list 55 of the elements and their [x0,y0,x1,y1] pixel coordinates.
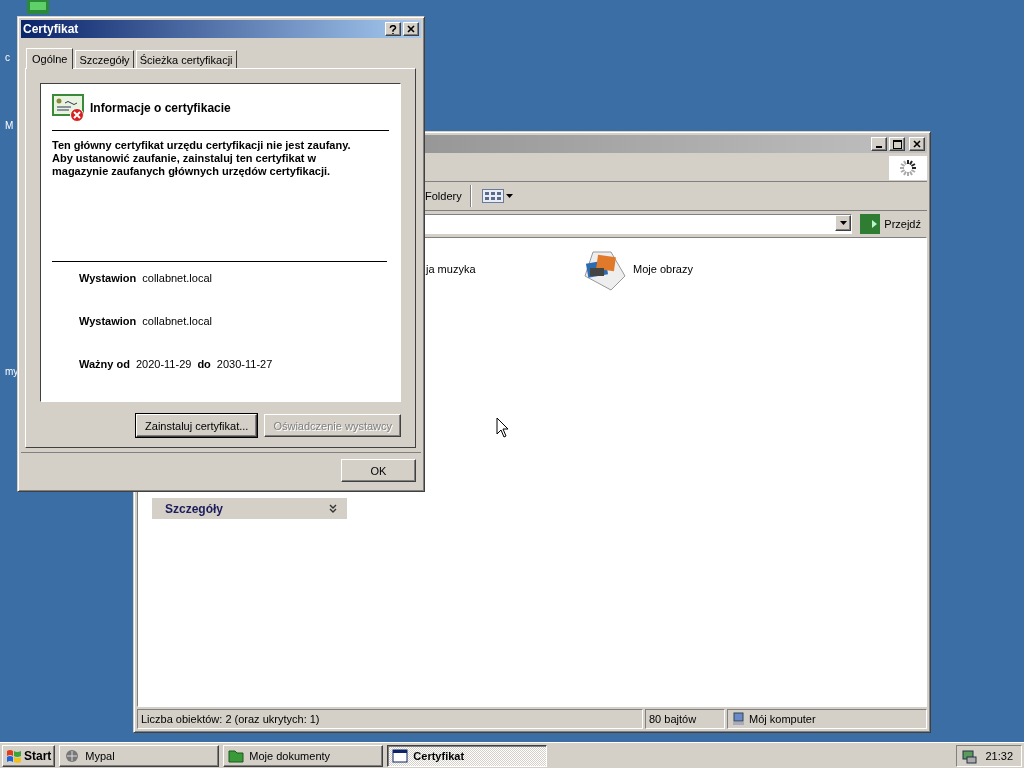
pane-title: Szczegóły [165,501,224,516]
close-button[interactable] [909,137,925,151]
maximize-button[interactable] [889,137,905,151]
clock: 21:32 [985,749,1013,762]
section-heading: Informacje o certyfikacie [90,101,231,115]
status-bar-panel: Mój komputer [727,709,927,729]
desktop-icon[interactable] [25,0,51,14]
computer-icon [731,712,745,726]
windows-flag-icon [6,748,22,763]
help-button[interactable] [385,22,401,36]
field-label: Wystawion [79,272,137,284]
desktop-icon-label[interactable]: M [5,120,14,131]
field-label: Wystawion [79,315,137,327]
details-pane-header[interactable]: Szczegóły [152,498,347,519]
throbber-icon [889,156,927,180]
close-button[interactable] [403,22,419,36]
dialog-button[interactable]: Zainstaluj certyfikat... [136,414,258,437]
certificate-error-icon [52,94,85,122]
window-title: Certyfikat [23,22,80,36]
dropdown-button[interactable] [835,215,852,231]
field-value: 2020-11-29 [135,358,192,370]
taskbar-button[interactable]: Mypal [59,744,220,767]
tab[interactable]: Ogólne [26,48,74,69]
folder-label[interactable]: ja muzyka [426,263,581,275]
start-button[interactable]: Start [2,744,56,767]
desktop-icon-label[interactable]: c [5,52,10,63]
mouse-cursor-icon [496,417,509,438]
field-label: Ważny od [79,358,130,370]
caret-icon [505,194,513,198]
field-value: 2030-11-27 [216,358,273,370]
status-bar-panel: Liczba obiektów: 2 (oraz ukrytych: 1) [137,709,643,729]
field-value: collabnet.local [142,315,212,327]
app-icon [64,747,81,764]
folder-label[interactable]: Moje obrazy [633,263,693,275]
chevron-icon[interactable] [329,504,337,513]
close-icon [913,140,921,148]
maximize-icon [892,139,902,149]
field-label: do [197,358,211,370]
folder-icon [228,747,245,764]
help-icon [389,24,397,34]
close-icon [407,25,415,33]
minimize-button[interactable] [871,137,887,151]
views-button[interactable] [479,187,515,205]
ok-button[interactable]: OK [341,459,416,482]
folders-button[interactable]: Foldery [425,190,462,202]
tab[interactable]: Szczegóły [75,50,134,68]
taskbar-button[interactable]: Certyfikat [387,744,548,767]
status-bar-panel: 80 bajtów [645,709,725,729]
network-icon[interactable] [961,747,978,764]
caret-icon [839,221,847,225]
tab[interactable]: Ścieżka certyfikacji [135,50,237,68]
field-value: collabnet.local [142,272,212,284]
trust-message: Ten główny certyfikat urzędu certyfikacji nie jest zaufany. Aby ustanowić zaufanie, zainstaluj ten certyfikat w magazynie zaufanych głównych urzędów certyfikacji. [52,139,387,262]
window-icon [392,747,409,764]
taskbar-button[interactable]: Moje dokumenty [223,744,384,767]
